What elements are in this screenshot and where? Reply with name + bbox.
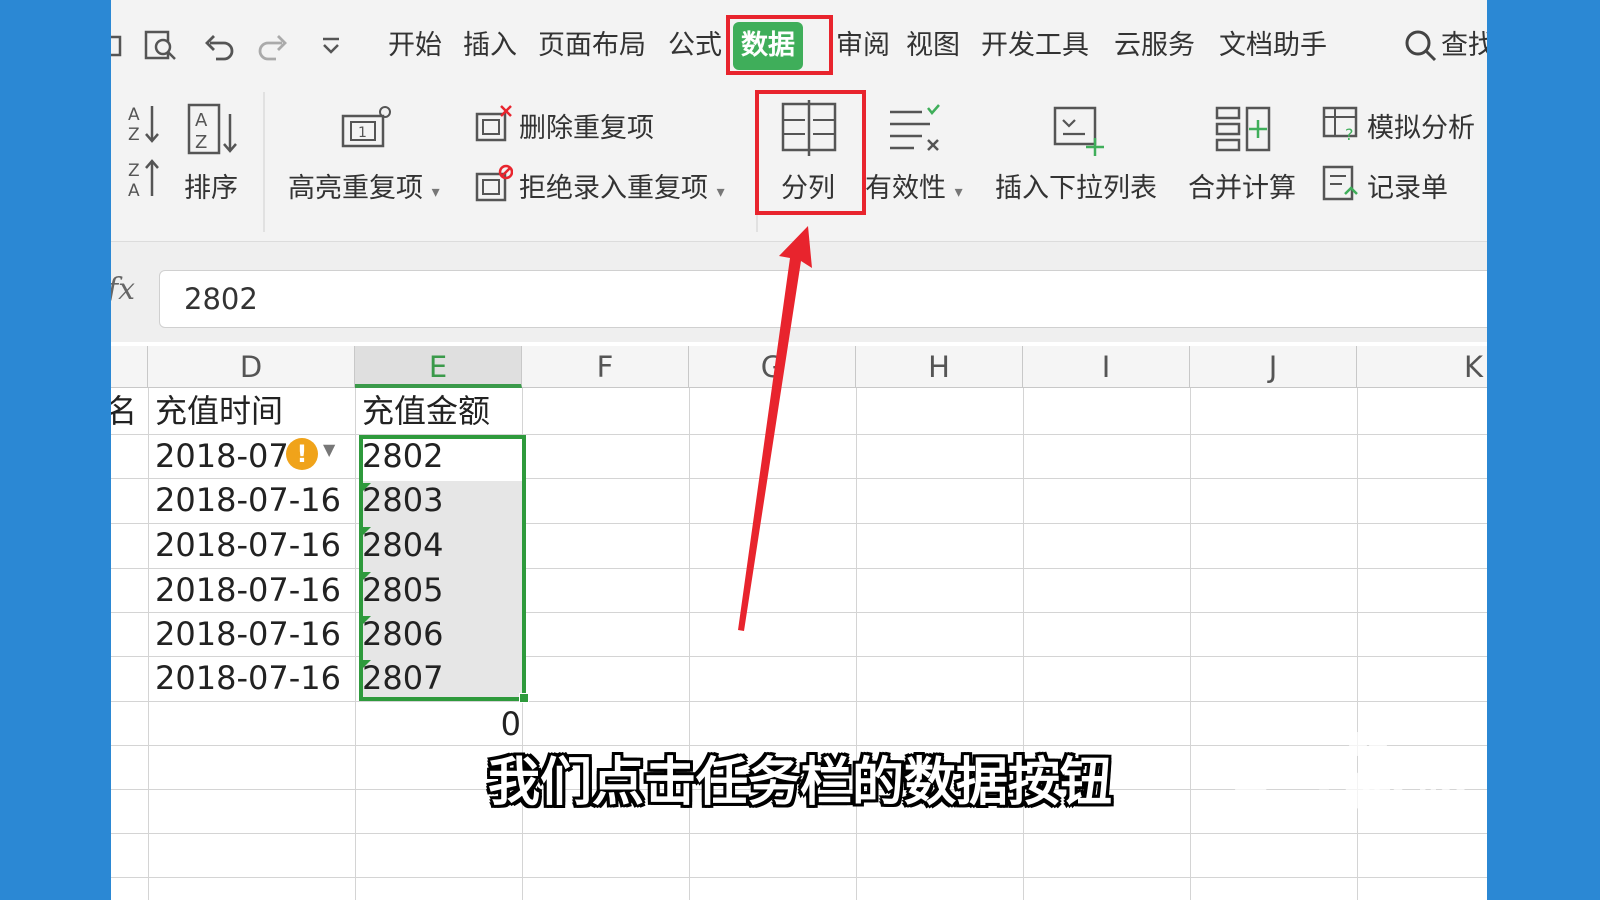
watermark-url: jingyan.baidu.com bbox=[1228, 830, 1487, 863]
watermark-brand: Bai 经验 bbox=[1230, 773, 1474, 838]
video-subtitle: 我们点击任务栏的数据按钮 bbox=[487, 753, 1112, 813]
